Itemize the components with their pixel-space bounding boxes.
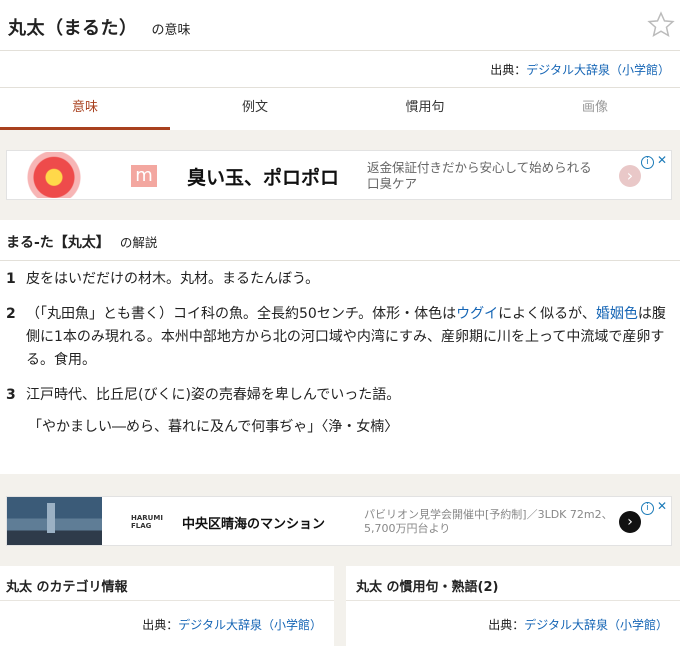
link-ugui[interactable]: ウグイ: [456, 306, 498, 322]
definition-divider: [0, 260, 680, 261]
ad-mouth-image: [23, 152, 85, 198]
source-prefix: 出典：: [490, 63, 527, 77]
definition-text: 江戸時代、比丘尼(びくに)姿の売春婦を卑しんでいった語。: [26, 387, 401, 403]
ad-description: パビリオン見学会開催中[予約制]／3LDK 72m2、5,700万円台より: [364, 508, 613, 535]
source-link[interactable]: デジタル大辞泉（小学館）: [178, 618, 322, 632]
definition-text-part: によく似るが、: [498, 306, 596, 322]
ad-description: 返金保証付きだから安心して始められる口臭ケア: [367, 160, 592, 191]
ad-banner-mansion[interactable]: HARUMI FLAG 中央区晴海のマンション パビリオン見学会開催中[予約制]…: [6, 496, 672, 546]
category-title: 丸太 のカテゴリ情報: [6, 580, 128, 595]
ad-building-image: [7, 497, 102, 545]
ad-brand-logo: m: [131, 165, 157, 187]
source-link[interactable]: デジタル大辞泉（小学館）: [524, 618, 668, 632]
ad-headline[interactable]: 中央区晴海のマンション: [182, 513, 325, 532]
definition-heading: まる‐た【丸太】 の解説: [6, 232, 157, 252]
source-link[interactable]: デジタル大辞泉（小学館）: [526, 63, 670, 77]
category-divider: [0, 600, 334, 601]
idiom-source: 出典：デジタル大辞泉（小学館）: [488, 616, 668, 633]
word-header: 丸太（まるた） の意味 出典：デジタル大辞泉（小学館） 意味 例文 慣用句 画像: [0, 0, 680, 130]
ad-next-button[interactable]: ›: [619, 511, 641, 533]
link-konin-shoku[interactable]: 婚姻色: [596, 306, 638, 322]
definition-list: 1 皮をはいだだけの材木。丸材。まるたんぼう。 2 （「丸田魚」とも書く）コイ科…: [6, 268, 670, 437]
page-title-row: 丸太（まるた） の意味: [8, 14, 191, 42]
tab-images: 画像: [581, 100, 608, 115]
ad-next-button[interactable]: ›: [619, 165, 641, 187]
page-title: 丸太（まるた）: [8, 18, 138, 39]
category-card: 丸太 のカテゴリ情報 出典：デジタル大辞泉（小学館）: [0, 566, 334, 646]
definition-number: 3: [6, 387, 16, 403]
ad-brand-line: HARUMI: [131, 514, 163, 522]
info-icon[interactable]: i: [640, 156, 654, 169]
definition-number: 1: [6, 271, 16, 287]
page-title-suffix: の意味: [151, 23, 191, 38]
tab-meaning[interactable]: 意味: [0, 88, 170, 130]
ad-brand-logo: HARUMI FLAG: [131, 514, 163, 530]
tab-bar: 意味 例文 慣用句 画像: [0, 88, 680, 130]
idiom-title: 丸太 の慣用句・熟語(2): [356, 580, 499, 595]
definition-section: まる‐た【丸太】 の解説 1 皮をはいだだけの材木。丸材。まるたんぼう。 2 （…: [0, 220, 680, 474]
source-prefix: 出典：: [142, 618, 179, 632]
definition-item: 1 皮をはいだだけの材木。丸材。まるたんぼう。: [6, 268, 670, 291]
source-line: 出典：デジタル大辞泉（小学館）: [490, 61, 670, 78]
category-source: 出典：デジタル大辞泉（小学館）: [142, 616, 322, 633]
usage-example: 「やかましい―めら、暮れに及んで何事ぢゃ」〈浄・女楠〉: [28, 419, 399, 435]
definition-item: 3 江戸時代、比丘尼(びくに)姿の売春婦を卑しんでいった語。: [6, 384, 670, 407]
definition-item: 2 （「丸田魚」とも書く）コイ科の魚。全長約50センチ。体形・体色はウグイによく…: [6, 303, 670, 372]
idiom-divider: [346, 600, 680, 601]
ad-brand-line: FLAG: [131, 522, 152, 530]
ad-choices[interactable]: i ✕: [640, 153, 667, 169]
star-outline-icon[interactable]: [646, 10, 676, 40]
definition-text-part: （「丸田魚」とも書く）コイ科の魚。全長約50センチ。体形・体色は: [26, 306, 457, 322]
close-icon[interactable]: ✕: [657, 499, 667, 513]
definition-term: まる‐た【丸太】: [6, 235, 110, 251]
info-icon[interactable]: i: [640, 502, 654, 515]
ad-headline[interactable]: 臭い玉、ポロポロ: [187, 163, 339, 190]
tab-examples[interactable]: 例文: [170, 88, 340, 130]
ad-choices[interactable]: i ✕: [640, 499, 667, 515]
definition-number: 2: [6, 306, 16, 322]
close-icon[interactable]: ✕: [657, 153, 667, 167]
definition-suffix: の解説: [119, 235, 158, 250]
header-divider: [0, 50, 680, 51]
source-prefix: 出典：: [488, 618, 525, 632]
idiom-card: 丸太 の慣用句・熟語(2) 出典：デジタル大辞泉（小学館）: [346, 566, 680, 646]
definition-text: （「丸田魚」とも書く）コイ科の魚。全長約50センチ。体形・体色はウグイによく似る…: [22, 303, 670, 372]
ad-banner-oral-care[interactable]: m 臭い玉、ポロポロ 返金保証付きだから安心して始められる口臭ケア › i ✕: [6, 150, 672, 200]
definition-text: 皮をはいだだけの材木。丸材。まるたんぼう。: [26, 271, 320, 287]
tab-idioms[interactable]: 慣用句: [340, 88, 510, 130]
